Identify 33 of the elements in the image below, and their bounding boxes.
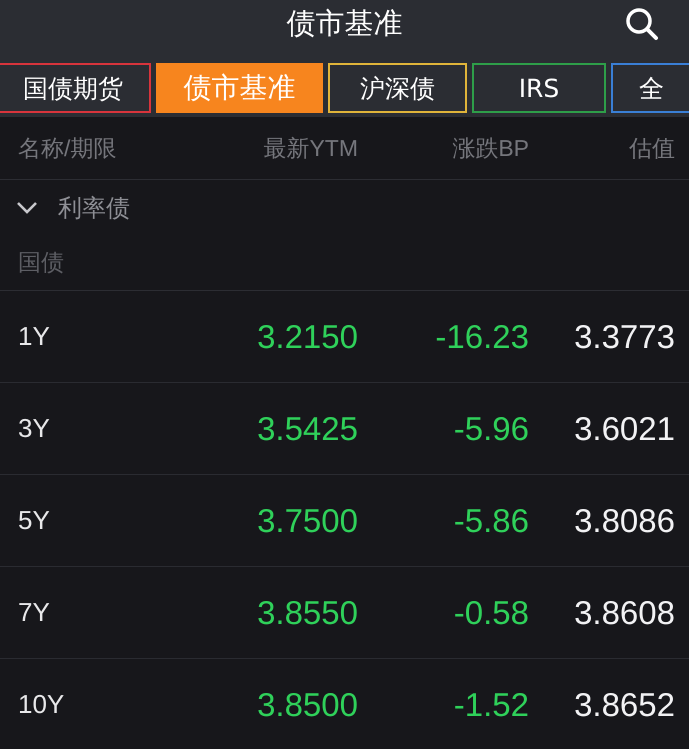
term-cell-text: 3Y [18,413,51,444]
chevron-icon[interactable] [16,200,38,214]
column-header: 涨跌BP [451,134,529,162]
ytm-cell-text: 3.2150 [256,318,358,356]
ytm-cell-text: 3.5425 [256,410,358,448]
category-tab[interactable]: IRS [472,63,606,113]
category-tab[interactable]: 沪深债 [328,63,467,113]
ytm-cell-text: 3.7500 [256,502,358,540]
valuation-cell-text: 3.6021 [573,410,675,448]
search-icon[interactable] [625,7,659,41]
group-label: 国债 [18,249,64,278]
change-cell-text: -0.58 [452,594,529,632]
change-cell-text: -16.23 [434,318,529,356]
valuation-cell-text: 3.3773 [573,318,675,356]
section-label[interactable]: 利率债 [58,192,130,224]
ytm-cell-text: 3.8550 [256,594,358,632]
term-cell-text: 5Y [18,505,51,536]
change-cell-text: -1.52 [452,686,529,724]
term-cell-text: 10Y [18,689,66,720]
valuation-cell-text: 3.8608 [573,594,675,632]
category-tab[interactable]: 国债期货 [0,63,151,113]
page-title: 债市基准 [286,5,402,42]
category-tab[interactable]: 全 [611,63,689,113]
change-cell-text: -5.96 [452,410,529,448]
term-cell-text: 7Y [18,597,51,628]
column-header: 估值 [628,134,675,162]
valuation-cell-text: 3.8652 [573,686,675,724]
term-cell-text: 1Y [18,321,51,352]
column-header: 最新YTM [262,134,358,162]
valuation-cell-text: 3.8086 [573,502,675,540]
ytm-cell-text: 3.8500 [256,686,358,724]
column-header: 名称/期限 [18,134,118,162]
change-cell-text: -5.86 [452,502,529,540]
